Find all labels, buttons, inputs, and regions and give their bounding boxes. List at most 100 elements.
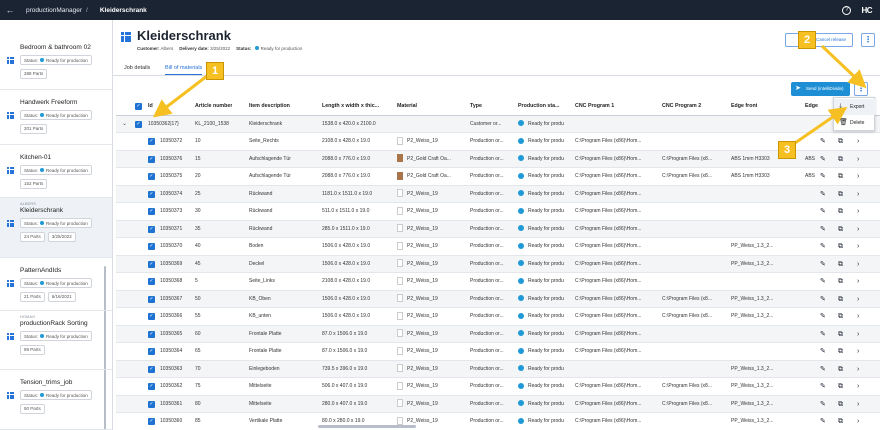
copy-icon[interactable]: ⧉ (838, 238, 843, 255)
table-row[interactable]: ✓ 10350367 50 KB_Oben 1506.0 x 428.0 x 19.0 P… (116, 290, 880, 308)
table-row[interactable]: ✓ 10350366 55 KB_unten 1506.0 x 428.0 x 19.0… (116, 308, 880, 326)
column-header[interactable]: Article number (195, 98, 232, 115)
edit-pencil-icon[interactable]: ✎ (820, 308, 826, 325)
edit-pencil-icon[interactable]: ✎ (820, 413, 826, 430)
tab-job-details[interactable]: Job details (124, 63, 150, 75)
chevron-right-icon[interactable]: › (857, 168, 859, 185)
column-header[interactable]: Edge front (731, 98, 757, 115)
table-row[interactable]: ✓ 10350370 40 Boden 1506.0 x 428.0 x 19.0 P2_… (116, 238, 880, 256)
breadcrumb-app[interactable]: productionManager (26, 7, 82, 14)
column-header[interactable]: Production sta... (518, 98, 560, 115)
table-row[interactable]: ✓ 10350374 25 Rückwand 1181.0 x 1511.0 x 19.… (116, 185, 880, 203)
chevron-right-icon[interactable]: › (857, 256, 859, 273)
copy-icon[interactable]: ⧉ (838, 396, 843, 413)
chevron-right-icon[interactable]: › (857, 413, 859, 430)
sidebar-job-card[interactable]: HOMAG productionRack Sorting Status: Ready … (0, 311, 112, 370)
edit-pencil-icon[interactable]: ✎ (820, 168, 826, 185)
tab-bill-of-materials[interactable]: Bill of materials (165, 63, 203, 75)
row-checkbox[interactable]: ✓ (148, 138, 155, 145)
copy-icon[interactable]: ⧉ (838, 151, 843, 168)
menu-item-delete[interactable]: 🗑 Delete (834, 115, 876, 131)
copy-icon[interactable]: ⧉ (838, 291, 843, 308)
edit-pencil-icon[interactable]: ✎ (820, 221, 826, 238)
sidebar-job-card[interactable]: Tension_trims_job Status: Ready for produc… (0, 370, 112, 430)
chevron-right-icon[interactable]: › (857, 396, 859, 413)
table-row[interactable]: ✓ 10350371 35 Rückwand 285.0 x 1511.0 x 19.0… (116, 220, 880, 238)
row-checkbox[interactable]: ✓ (148, 190, 155, 198)
chevron-right-icon[interactable]: › (857, 343, 859, 360)
chevron-right-icon[interactable]: › (857, 151, 859, 168)
table-row[interactable]: ✓ 10350368 5 Seite_Links 2108.0 x 428.0 x 19… (116, 273, 880, 291)
row-checkbox[interactable]: ✓ (135, 120, 142, 128)
row-checkbox[interactable]: ✓ (148, 155, 155, 163)
table-row[interactable]: ✓ 10350376 15 Aufschlagende Tür 2088.0 x 776… (116, 150, 880, 168)
row-checkbox[interactable]: ✓ (148, 295, 155, 303)
chevron-right-icon[interactable]: › (857, 203, 859, 220)
edit-pencil-icon[interactable]: ✎ (820, 238, 826, 255)
edit-pencil-icon[interactable]: ✎ (820, 291, 826, 308)
edit-pencil-icon[interactable]: ✎ (820, 203, 826, 220)
copy-icon[interactable]: ⧉ (838, 413, 843, 430)
copy-icon[interactable]: ⧉ (838, 308, 843, 325)
chevron-right-icon[interactable]: › (857, 238, 859, 255)
row-checkbox[interactable]: ✓ (148, 278, 155, 285)
table-row[interactable]: ✓ 10350372 10 Seite_Rechts 2108.0 x 428.0 x … (116, 133, 880, 151)
row-checkbox[interactable]: ✓ (148, 383, 155, 390)
chevron-right-icon[interactable]: › (857, 361, 859, 378)
table-row[interactable]: ✓ 10350364 65 Frontale Platte 87.0 x 1506.0 … (116, 343, 880, 361)
copy-icon[interactable]: ⧉ (838, 186, 843, 203)
table-row[interactable]: ✓ 10350365 60 Frontale Platte 87.0 x 1506.0 … (116, 325, 880, 343)
column-header[interactable]: CNC Program 2 (662, 98, 701, 115)
select-all-checkbox[interactable]: ✓ (135, 103, 142, 110)
row-checkbox[interactable]: ✓ (148, 330, 155, 338)
column-header[interactable]: Material (397, 98, 417, 115)
edit-pencil-icon[interactable]: ✎ (820, 273, 826, 290)
edit-pencil-icon[interactable]: ✎ (820, 151, 826, 168)
column-header[interactable]: CNC Program 1 (575, 98, 614, 115)
copy-icon[interactable]: ⧉ (838, 256, 843, 273)
row-checkbox[interactable]: ✓ (148, 173, 155, 180)
column-header[interactable]: Item description (249, 98, 290, 115)
sidebar-job-card[interactable]: Kitchen-01 Status: Ready for production 152… (0, 145, 112, 198)
copy-icon[interactable]: ⧉ (838, 133, 843, 150)
copy-icon[interactable]: ⧉ (838, 343, 843, 360)
table-row[interactable]: ✓ 10350369 45 Deckel 1506.0 x 428.0 x 19.0 P2… (116, 255, 880, 273)
cancel-release-button[interactable]: Cancel release (785, 33, 853, 47)
table-group-row[interactable]: ⌄ ✓ 10350362|17} KL_2100_1538 Kleiderschrank… (116, 115, 880, 133)
chevron-right-icon[interactable]: › (857, 378, 859, 395)
table-horizontal-scrollbar[interactable] (318, 425, 416, 428)
chevron-right-icon[interactable]: › (857, 308, 859, 325)
back-arrow-icon[interactable]: ← (2, 5, 18, 15)
edit-pencil-icon[interactable]: ✎ (820, 361, 826, 378)
table-row[interactable]: ✓ 10350375 20 Aufschlagende Tür 2088.0 x 776… (116, 168, 880, 186)
edit-pencil-icon[interactable]: ✎ (820, 396, 826, 413)
table-row[interactable]: ✓ 10350362 75 Mittelseite 506.0 x 407.0 x 19… (116, 378, 880, 396)
send-intellidivide-button[interactable]: ➤ Send (intelliDivide) (791, 82, 850, 96)
copy-icon[interactable]: ⧉ (838, 203, 843, 220)
chevron-right-icon[interactable]: › (857, 273, 859, 290)
column-header[interactable]: Length x width x thic... (322, 98, 379, 115)
edit-pencil-icon[interactable]: ✎ (820, 256, 826, 273)
row-checkbox[interactable]: ✓ (148, 208, 155, 215)
copy-icon[interactable]: ⧉ (838, 378, 843, 395)
row-checkbox[interactable]: ✓ (148, 348, 155, 355)
edit-pencil-icon[interactable]: ✎ (820, 326, 826, 343)
copy-icon[interactable]: ⧉ (838, 273, 843, 290)
sidebar-job-card[interactable]: Bedroom & bathroom 02 Status: Ready for pr… (0, 35, 112, 90)
row-checkbox[interactable]: ✓ (148, 225, 155, 233)
menu-item-export[interactable]: ⤓ Export (834, 99, 876, 115)
column-header[interactable]: Type (470, 98, 482, 115)
column-header[interactable]: Id (148, 98, 153, 115)
row-checkbox[interactable]: ✓ (148, 365, 155, 373)
row-checkbox[interactable]: ✓ (148, 418, 155, 425)
row-checkbox[interactable]: ✓ (148, 313, 155, 320)
table-row[interactable]: ✓ 10350363 70 Einlegeboden 739.5 x 396.0 x 1… (116, 360, 880, 378)
copy-icon[interactable]: ⧉ (838, 168, 843, 185)
sidebar-job-card[interactable]: ALBERS Kleiderschrank Status: Ready for pro… (0, 198, 112, 258)
help-icon[interactable]: ? (842, 5, 852, 15)
sidebar-job-card[interactable]: Handwerk Freeform Status: Ready for produc… (0, 90, 112, 145)
copy-icon[interactable]: ⧉ (838, 221, 843, 238)
header-more-button[interactable]: ⋮ (861, 33, 875, 47)
table-row[interactable]: ✓ 10350361 80 Mittelseite 280.0 x 407.0 x 19… (116, 395, 880, 413)
column-header[interactable]: Edge (805, 98, 818, 115)
